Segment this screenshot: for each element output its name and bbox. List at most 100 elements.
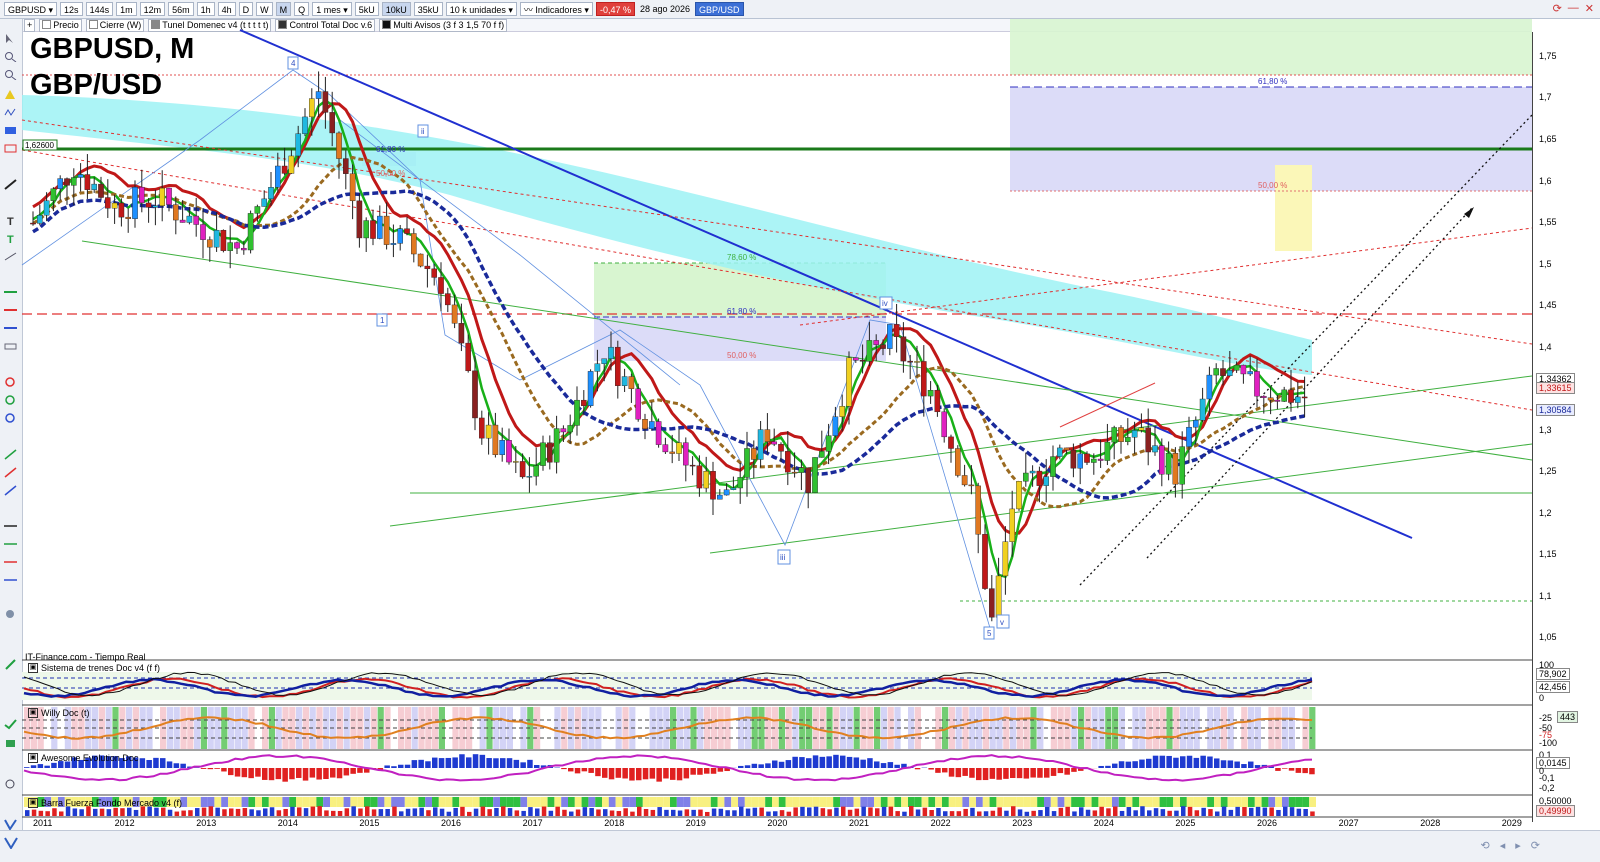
pane-title-trenes[interactable]: ▣Sistema de trenes Doc v4 (f f) xyxy=(28,663,160,673)
collapse-icon[interactable]: ▣ xyxy=(28,798,38,808)
fuerza-bar xyxy=(107,809,112,816)
x-tick: 2021 xyxy=(849,818,869,828)
awesome-bar xyxy=(1003,768,1009,779)
candle xyxy=(506,440,511,462)
fuerza-bg xyxy=(656,797,663,807)
fuerza-bar xyxy=(970,808,975,816)
fuerza-bg xyxy=(1037,797,1044,807)
fuerza-bar xyxy=(1256,807,1261,816)
fib-label-mid-618: 61,80 % xyxy=(727,307,756,316)
fuerza-bg xyxy=(969,797,976,807)
scroll-left-icon[interactable]: ◂ xyxy=(1500,839,1506,852)
awesome-bar xyxy=(418,760,424,768)
fuerza-bar xyxy=(175,812,180,816)
x-tick: 2011 xyxy=(33,818,52,828)
candle xyxy=(799,468,804,473)
fuerza-bar xyxy=(719,809,724,816)
candle xyxy=(976,486,981,534)
fuerza-bg xyxy=(1296,797,1303,807)
fuerza-bg xyxy=(786,797,793,807)
awesome-bar xyxy=(1030,768,1036,778)
candle xyxy=(309,99,314,117)
fuerza-bar xyxy=(52,808,57,816)
fuerza-bar xyxy=(419,808,424,816)
fuerza-bar xyxy=(705,812,710,816)
fuerza-bar xyxy=(304,808,309,816)
awesome-bar xyxy=(636,768,642,780)
fuerza-bar xyxy=(1181,806,1186,816)
fuerza-bar xyxy=(338,811,343,816)
pane-title-willy[interactable]: ▣Willy Doc (t) xyxy=(28,708,90,718)
candle xyxy=(37,215,42,223)
candle xyxy=(1152,446,1157,452)
awesome-bar xyxy=(316,768,322,780)
awesome-bar xyxy=(296,768,302,778)
collapse-icon[interactable]: ▣ xyxy=(28,753,38,763)
fuerza-bg xyxy=(847,797,854,807)
candle xyxy=(1254,371,1259,396)
svg-text:iii: iii xyxy=(780,553,786,562)
fuerza-bg xyxy=(262,797,269,807)
fuerza-bg xyxy=(976,797,983,807)
candle xyxy=(649,421,654,428)
fuerza-bg xyxy=(235,797,242,807)
fuerza-bg xyxy=(452,797,459,807)
awesome-bar xyxy=(459,754,465,768)
awesome-bar xyxy=(174,763,180,768)
fuerza-bar xyxy=(1161,809,1166,816)
fuerza-bg xyxy=(1085,797,1092,807)
awesome-bar xyxy=(826,756,832,768)
scroll-end-icon[interactable]: ⟳ xyxy=(1531,839,1540,852)
fuerza-bar xyxy=(1201,808,1206,816)
scroll-start-icon[interactable]: ⟲ xyxy=(1481,839,1490,852)
x-tick: 2015 xyxy=(359,818,379,828)
fuerza-bar xyxy=(32,810,37,816)
fuerza-bg xyxy=(1017,797,1024,807)
fuerza-bg xyxy=(684,797,691,807)
pane-awesome xyxy=(24,754,1315,782)
scroll-right-icon[interactable]: ▸ xyxy=(1515,839,1521,852)
candle xyxy=(608,347,613,359)
candle xyxy=(710,471,715,499)
fuerza-bg xyxy=(894,797,901,807)
fuerza-bg xyxy=(398,797,405,807)
pane-title-awesome[interactable]: ▣Awesome Evolution Doc xyxy=(28,753,138,763)
awesome-bar xyxy=(357,768,363,773)
collapse-icon[interactable]: ▣ xyxy=(28,708,38,718)
fuerza-bar xyxy=(793,807,798,816)
candle xyxy=(622,377,627,386)
collapse-icon[interactable]: ▣ xyxy=(28,663,38,673)
fuerza-bar xyxy=(243,808,248,816)
fuerza-bg xyxy=(201,797,208,807)
candle xyxy=(146,203,151,207)
awesome-bar xyxy=(684,768,690,778)
price-axis[interactable]: 1,751,71,651,61,551,51,451,41,351,31,251… xyxy=(1532,32,1600,822)
fuerza-bg xyxy=(1112,797,1119,807)
awesome-bar xyxy=(1241,764,1247,768)
fuerza-bg xyxy=(758,797,765,807)
candle xyxy=(1180,447,1185,485)
fuerza-bg xyxy=(860,797,867,807)
candle xyxy=(268,187,273,199)
awesome-bar xyxy=(1098,766,1104,768)
candle xyxy=(411,233,416,254)
awesome-bar xyxy=(255,768,261,777)
candle xyxy=(642,419,647,429)
price-chart[interactable]: 61,80 % 50,00 % 78,60 % 61,80 % 50,00 % … xyxy=(0,0,1600,861)
pane-title-barra[interactable]: ▣Barra Fuerza Fondo Mercado v4 (f) xyxy=(28,798,182,808)
awesome-bar xyxy=(221,768,227,771)
fuerza-bar xyxy=(827,809,832,816)
awesome-bar xyxy=(962,768,968,776)
fuerza-bar xyxy=(943,811,948,816)
candle xyxy=(51,189,56,201)
fuerza-bg xyxy=(874,797,881,807)
candle xyxy=(683,443,688,465)
candle xyxy=(296,134,301,156)
time-axis[interactable]: 2011201220132014201520162017201820192020… xyxy=(22,818,1532,830)
awesome-bar xyxy=(582,768,588,771)
arrow-head xyxy=(1464,207,1474,218)
awesome-bar xyxy=(894,765,900,768)
candle xyxy=(615,347,620,386)
awesome-bar xyxy=(1166,756,1172,768)
candle xyxy=(418,254,423,266)
